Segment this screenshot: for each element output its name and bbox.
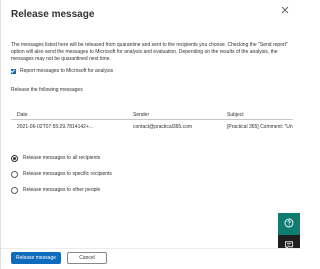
table-header: Date Sender Subject: [11, 111, 293, 120]
messages-section-label: Release the following messages: [11, 87, 83, 93]
help-icon: [284, 215, 294, 233]
release-options: Release messages to all recipients Relea…: [11, 152, 112, 200]
release-message-button[interactable]: Release message: [11, 252, 61, 264]
report-checkbox[interactable]: [11, 68, 16, 74]
radio-release-other-people[interactable]: Release messages to other people: [11, 184, 112, 196]
radio-release-specific-recipients[interactable]: Release messages to specific recipients: [11, 168, 112, 180]
cell-sender: contact@practical365.com: [133, 123, 192, 130]
radio-label: Release messages to specific recipients: [23, 171, 112, 177]
cancel-button[interactable]: Cancel: [67, 252, 107, 264]
radio-button[interactable]: [11, 170, 18, 178]
radio-release-all-recipients[interactable]: Release messages to all recipients: [11, 152, 112, 164]
column-header-sender: Sender: [133, 112, 150, 118]
dialog-title: Release message: [11, 9, 95, 20]
report-checkbox-label: Report messages to Microsoft for analysi…: [20, 68, 114, 74]
description-text: The messages listed here will be release…: [11, 42, 288, 62]
cell-subject: [Practical 365] Comment: "Unde...: [227, 123, 293, 130]
radio-button-selected[interactable]: [11, 154, 18, 162]
column-header-date: Date: [17, 112, 28, 118]
messages-table: Date Sender Subject 2021-06-02T07:55:29.…: [11, 111, 293, 133]
release-message-panel: Release message The messages listed here…: [0, 0, 301, 269]
close-icon[interactable]: [279, 6, 291, 18]
table-row[interactable]: 2021-06-02T07:55:29.7814142+... contact@…: [11, 120, 293, 133]
column-header-subject: Subject: [227, 112, 244, 118]
radio-button[interactable]: [11, 186, 18, 194]
radio-label: Release messages to all recipients: [23, 155, 101, 161]
help-button[interactable]: [278, 213, 300, 235]
radio-label: Release messages to other people: [23, 187, 101, 193]
report-checkbox-row[interactable]: Report messages to Microsoft for analysi…: [11, 68, 113, 74]
cell-date: 2021-06-02T07:55:29.7814142+...: [17, 123, 94, 130]
